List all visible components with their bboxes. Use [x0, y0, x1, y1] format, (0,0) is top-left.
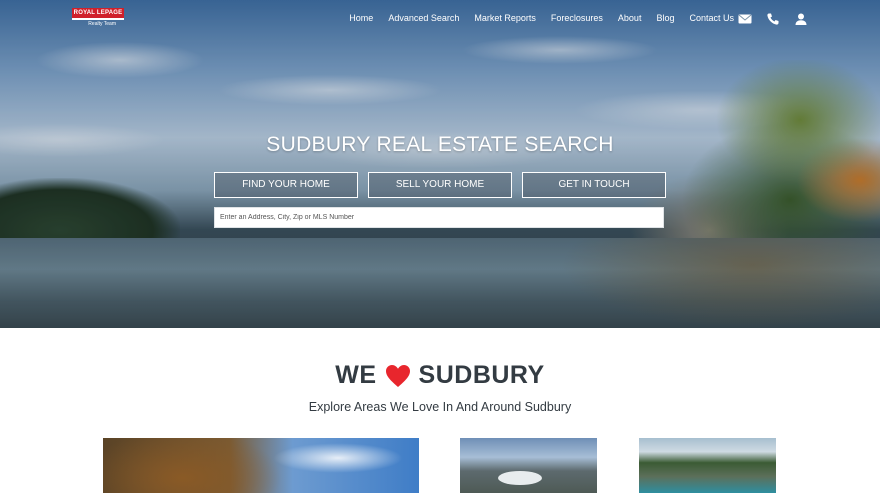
heart-icon: [385, 364, 411, 388]
area-card-3[interactable]: [639, 438, 776, 493]
section-title-right: SUDBURY: [418, 361, 545, 389]
area-card-2[interactable]: [460, 438, 597, 493]
main-nav: Home Advanced Search Market Reports Fore…: [349, 13, 734, 23]
nav-icon-group: [738, 12, 808, 26]
get-in-touch-button[interactable]: GET IN TOUCH: [522, 172, 666, 198]
user-icon[interactable]: [794, 12, 808, 26]
nav-foreclosures[interactable]: Foreclosures: [551, 13, 603, 23]
logo-wordmark: ROYAL LEPAGE: [72, 8, 124, 18]
section-title-left: WE: [335, 361, 377, 389]
phone-icon[interactable]: [766, 12, 780, 26]
find-your-home-button[interactable]: FIND YOUR HOME: [214, 172, 358, 198]
nav-contact-us[interactable]: Contact Us: [689, 13, 734, 23]
nav-market-reports[interactable]: Market Reports: [474, 13, 536, 23]
property-search-input[interactable]: [214, 207, 664, 228]
area-card-1[interactable]: [103, 438, 419, 493]
hero-cta-group: FIND YOUR HOME SELL YOUR HOME GET IN TOU…: [214, 172, 666, 198]
nav-advanced-search[interactable]: Advanced Search: [388, 13, 459, 23]
hero-banner: [0, 0, 880, 328]
nav-about[interactable]: About: [618, 13, 642, 23]
hero-overlay: [0, 0, 880, 328]
section-subtitle: Explore Areas We Love In And Around Sudb…: [308, 400, 572, 414]
nav-blog[interactable]: Blog: [656, 13, 674, 23]
brand-logo[interactable]: ROYAL LEPAGE Realty Team: [72, 8, 124, 30]
nav-home[interactable]: Home: [349, 13, 373, 23]
hero-title: SUDBURY REAL ESTATE SEARCH: [266, 133, 614, 156]
sell-your-home-button[interactable]: SELL YOUR HOME: [368, 172, 512, 198]
envelope-icon[interactable]: [738, 12, 752, 26]
logo-subtitle: Realty Team: [88, 21, 116, 27]
section-title: WE SUDBURY: [0, 361, 880, 390]
